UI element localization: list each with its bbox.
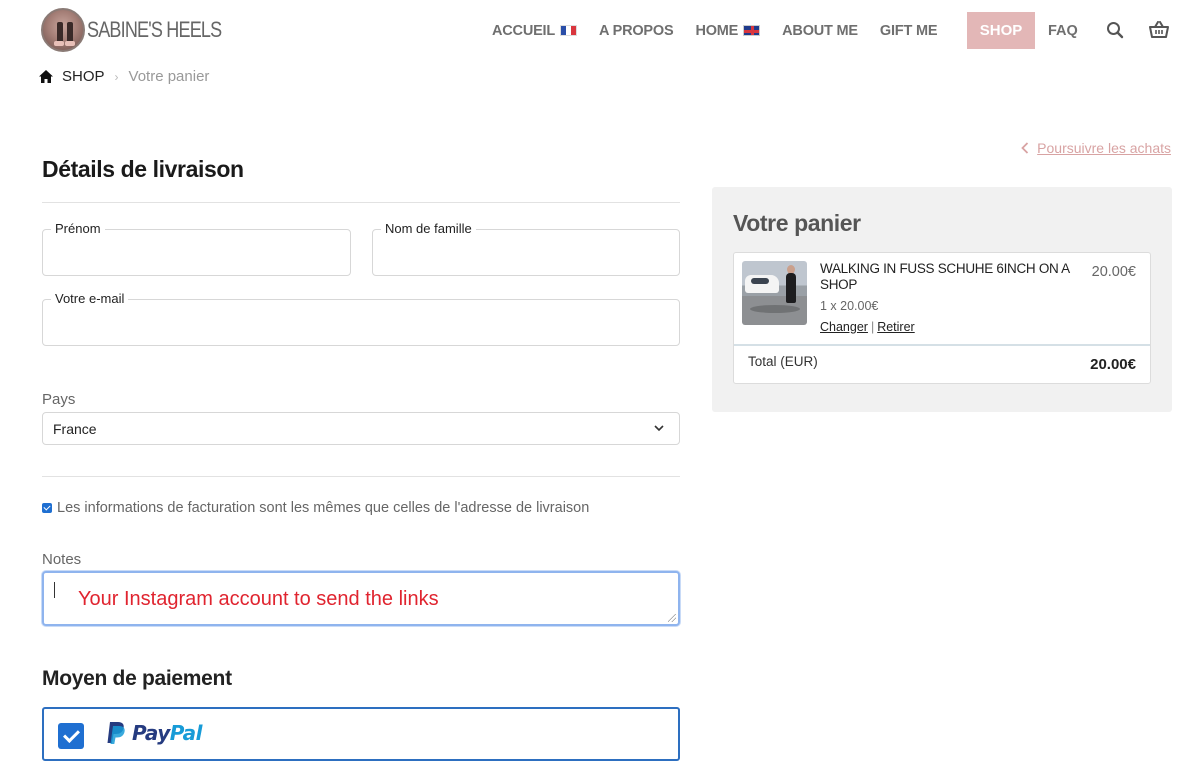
product-name: WALKING IN FUSS SCHUHE 6INCH ON A SHOP bbox=[820, 261, 1070, 292]
payment-checkbox[interactable] bbox=[58, 723, 84, 749]
first-name-field[interactable]: Prénom bbox=[42, 221, 351, 276]
resize-handle[interactable] bbox=[668, 614, 676, 622]
breadcrumb-separator: › bbox=[114, 69, 119, 84]
logo-text: SABINE'S HEELS bbox=[87, 17, 222, 42]
breadcrumb-shop-link[interactable]: SHOP bbox=[62, 68, 105, 85]
billing-same-label: Les informations de facturation sont les… bbox=[57, 500, 590, 516]
total-label: Total (EUR) bbox=[748, 354, 818, 369]
flag-fr-icon bbox=[560, 25, 578, 36]
divider bbox=[42, 476, 680, 477]
country-value: France bbox=[53, 420, 97, 437]
product-thumbnail bbox=[742, 261, 807, 325]
country-select[interactable]: France bbox=[42, 412, 680, 445]
divider bbox=[734, 344, 1150, 346]
main-nav: ACCUEIL A PROPOS HOME ABOUT ME GIFT ME bbox=[492, 12, 959, 49]
notes-textarea[interactable]: Your Instagram account to send the links bbox=[42, 571, 680, 626]
nav-item-accueil[interactable]: ACCUEIL bbox=[492, 22, 578, 39]
last-name-label: Nom de famille bbox=[381, 221, 476, 236]
last-name-field[interactable]: Nom de famille bbox=[372, 221, 680, 276]
product-price: 20.00€ bbox=[1091, 264, 1136, 280]
paypal-name-part2: Pal bbox=[169, 721, 203, 745]
cart-title: Votre panier bbox=[733, 210, 861, 236]
notes-annotation: Your Instagram account to send the links bbox=[78, 588, 439, 610]
payment-title: Moyen de paiement bbox=[42, 667, 232, 690]
search-icon[interactable] bbox=[1104, 19, 1126, 41]
nav-item-label: ACCUEIL bbox=[492, 22, 556, 39]
nav-item-label: GIFT ME bbox=[879, 22, 938, 39]
breadcrumb-current: Votre panier bbox=[128, 68, 210, 85]
home-icon[interactable] bbox=[38, 69, 54, 84]
chevron-down-icon bbox=[654, 425, 664, 432]
billing-same-checkbox[interactable] bbox=[42, 503, 52, 513]
nav-item-label: ABOUT ME bbox=[782, 22, 858, 39]
basket-icon[interactable] bbox=[1148, 19, 1170, 41]
nav-item-label: HOME bbox=[695, 22, 739, 39]
nav-item-shop[interactable]: SHOP bbox=[967, 12, 1035, 49]
paypal-logo: PayPal bbox=[106, 721, 203, 745]
flag-uk-icon bbox=[743, 25, 761, 36]
divider bbox=[42, 202, 680, 203]
change-item-link[interactable]: Changer bbox=[820, 320, 868, 334]
remove-item-link[interactable]: Retirer bbox=[877, 320, 915, 334]
nav-item-faq[interactable]: FAQ bbox=[1048, 12, 1078, 49]
nav-item-gift-me[interactable]: GIFT ME bbox=[879, 22, 938, 39]
nav-item-label: A PROPOS bbox=[599, 22, 674, 39]
payment-option-paypal[interactable]: PayPal bbox=[42, 707, 680, 761]
email-label: Votre e-mail bbox=[51, 291, 129, 306]
breadcrumb: SHOP › Votre panier bbox=[38, 68, 209, 85]
site-logo[interactable]: SABINE'S HEELS bbox=[41, 8, 251, 52]
nav-item-a-propos[interactable]: A PROPOS bbox=[599, 22, 674, 39]
paypal-icon bbox=[107, 722, 125, 744]
country-label: Pays bbox=[42, 391, 76, 408]
page-title: Détails de livraison bbox=[42, 156, 244, 182]
total-value: 20.00€ bbox=[1090, 356, 1136, 373]
chevron-left-icon bbox=[1021, 142, 1029, 154]
item-actions: Changer | Retirer bbox=[820, 320, 915, 334]
cart-card: WALKING IN FUSS SCHUHE 6INCH ON A SHOP 2… bbox=[733, 252, 1151, 384]
product-quantity: 1 x 20.00€ bbox=[820, 299, 879, 313]
continue-shopping: Poursuivre les achats bbox=[1021, 140, 1171, 156]
actions-separator: | bbox=[870, 320, 875, 334]
text-cursor bbox=[54, 582, 55, 598]
paypal-name-part1: Pay bbox=[132, 721, 170, 745]
nav-item-about-me[interactable]: ABOUT ME bbox=[782, 23, 858, 39]
continue-shopping-link[interactable]: Poursuivre les achats bbox=[1037, 140, 1171, 156]
nav-item-home[interactable]: HOME bbox=[695, 22, 761, 39]
first-name-label: Prénom bbox=[51, 221, 105, 236]
logo-image bbox=[41, 8, 85, 52]
email-field[interactable]: Votre e-mail bbox=[42, 291, 680, 346]
cart-panel: Votre panier WALKING IN FUSS SCHUHE 6INC… bbox=[712, 187, 1172, 412]
notes-label: Notes bbox=[42, 551, 82, 568]
billing-same-option[interactable]: Les informations de facturation sont les… bbox=[42, 500, 589, 516]
